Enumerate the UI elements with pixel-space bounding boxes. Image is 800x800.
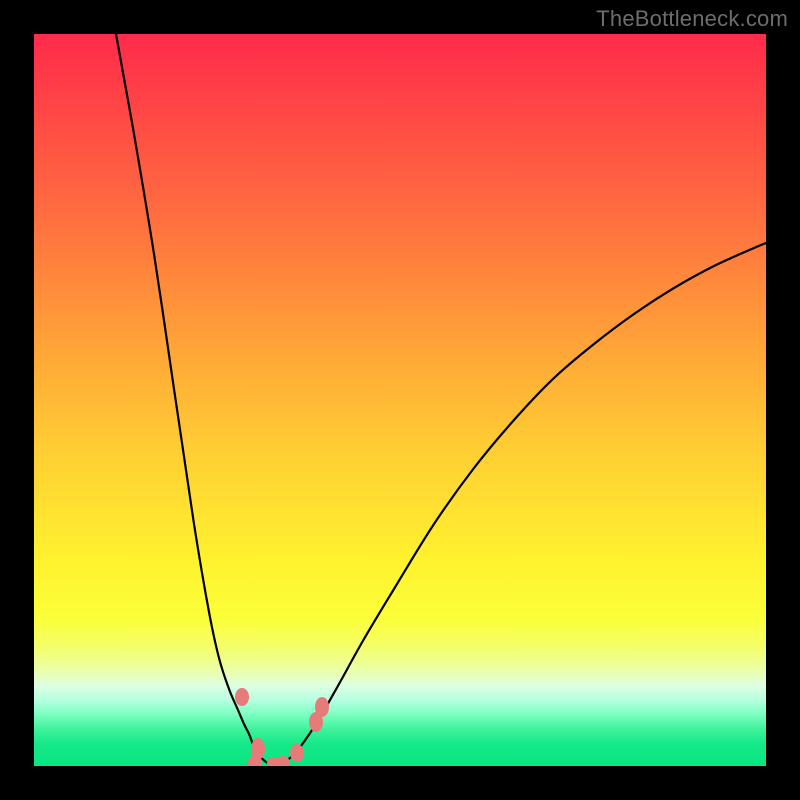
data-marker xyxy=(276,756,290,766)
plot-area xyxy=(34,34,766,766)
data-marker xyxy=(248,755,262,766)
outer-frame: TheBottleneck.com xyxy=(0,0,800,800)
marker-layer xyxy=(34,34,766,766)
attribution-label: TheBottleneck.com xyxy=(596,6,788,32)
data-marker xyxy=(315,697,329,717)
data-marker xyxy=(235,688,249,706)
data-marker xyxy=(290,744,304,762)
